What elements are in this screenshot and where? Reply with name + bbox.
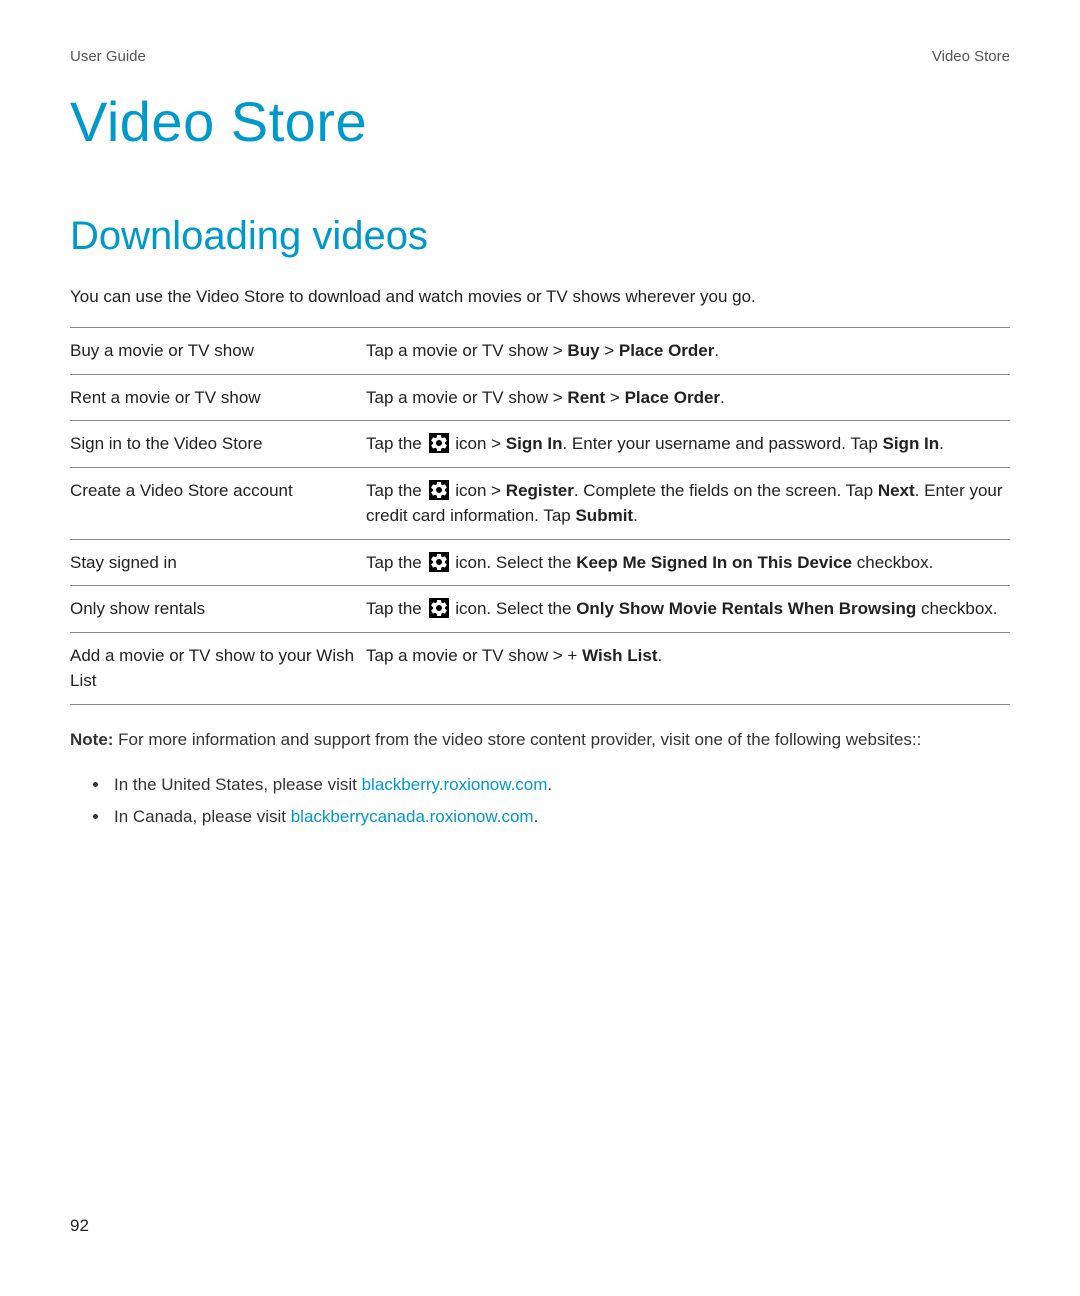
task-label: Buy a movie or TV show [70,328,366,375]
intro-paragraph: You can use the Video Store to download … [70,287,1010,307]
task-instruction: Tap the icon > Register. Complete the fi… [366,467,1010,539]
page-title: Video Store [70,89,1010,154]
table-row: Rent a movie or TV show Tap a movie or T… [70,374,1010,421]
task-instruction: Tap the icon. Select the Keep Me Signed … [366,539,1010,586]
table-row: Buy a movie or TV show Tap a movie or TV… [70,328,1010,375]
external-link[interactable]: blackberrycanada.roxionow.com [291,807,534,826]
gear-icon [429,598,449,618]
task-instruction: Tap a movie or TV show > Rent > Place Or… [366,374,1010,421]
gear-icon [429,552,449,572]
page-number: 92 [70,1216,89,1236]
table-row: Stay signed in Tap the icon. Select the … [70,539,1010,586]
task-label: Stay signed in [70,539,366,586]
gear-icon [429,480,449,500]
note-text: For more information and support from th… [113,730,921,749]
task-label: Rent a movie or TV show [70,374,366,421]
task-instruction: Tap the icon > Sign In. Enter your usern… [366,421,1010,468]
header-left: User Guide [70,48,146,65]
links-list: In the United States, please visit black… [70,769,1010,834]
header-right: Video Store [932,48,1010,65]
task-label: Sign in to the Video Store [70,421,366,468]
task-instruction: Tap the icon. Select the Only Show Movie… [366,586,1010,633]
table-row: Sign in to the Video Store Tap the icon … [70,421,1010,468]
section-heading: Downloading videos [70,214,1010,259]
list-item: In the United States, please visit black… [110,769,1010,801]
document-page: User Guide Video Store Video Store Downl… [0,0,1080,1296]
running-header: User Guide Video Store [70,48,1010,65]
list-item: In Canada, please visit blackberrycanada… [110,801,1010,833]
note-paragraph: Note: For more information and support f… [70,727,1010,753]
tasks-table: Buy a movie or TV show Tap a movie or TV… [70,327,1010,705]
task-label: Create a Video Store account [70,467,366,539]
gear-icon [429,433,449,453]
note-label: Note: [70,730,113,749]
table-row: Create a Video Store account Tap the ico… [70,467,1010,539]
table-row: Add a movie or TV show to your Wish List… [70,632,1010,704]
task-instruction: Tap a movie or TV show > + Wish List. [366,632,1010,704]
external-link[interactable]: blackberry.roxionow.com [362,775,548,794]
task-instruction: Tap a movie or TV show > Buy > Place Ord… [366,328,1010,375]
task-label: Add a movie or TV show to your Wish List [70,632,366,704]
task-label: Only show rentals [70,586,366,633]
table-row: Only show rentals Tap the icon. Select t… [70,586,1010,633]
